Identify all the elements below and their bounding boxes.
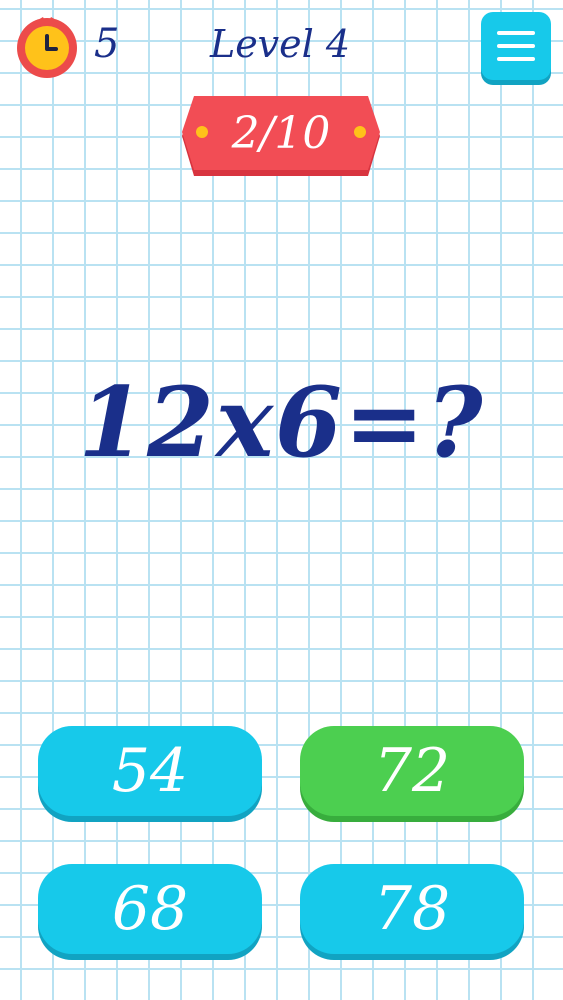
- answer-button-54[interactable]: 54: [38, 726, 262, 816]
- menu-button[interactable]: [481, 12, 551, 80]
- progress-label: 2/10: [231, 108, 331, 159]
- answer-button-68[interactable]: 68: [38, 864, 262, 954]
- stopwatch-icon: [14, 12, 80, 78]
- menu-line: [497, 57, 535, 61]
- question-progress-badge: 2/10: [180, 94, 382, 178]
- menu-line: [497, 31, 535, 35]
- answer-button-72[interactable]: 72: [300, 726, 524, 816]
- math-question: 12x6=?: [78, 366, 485, 479]
- answer-button-78[interactable]: 78: [300, 864, 524, 954]
- level-title: Level 4: [209, 22, 351, 66]
- menu-line: [497, 44, 535, 48]
- timer-count: 5: [94, 21, 120, 67]
